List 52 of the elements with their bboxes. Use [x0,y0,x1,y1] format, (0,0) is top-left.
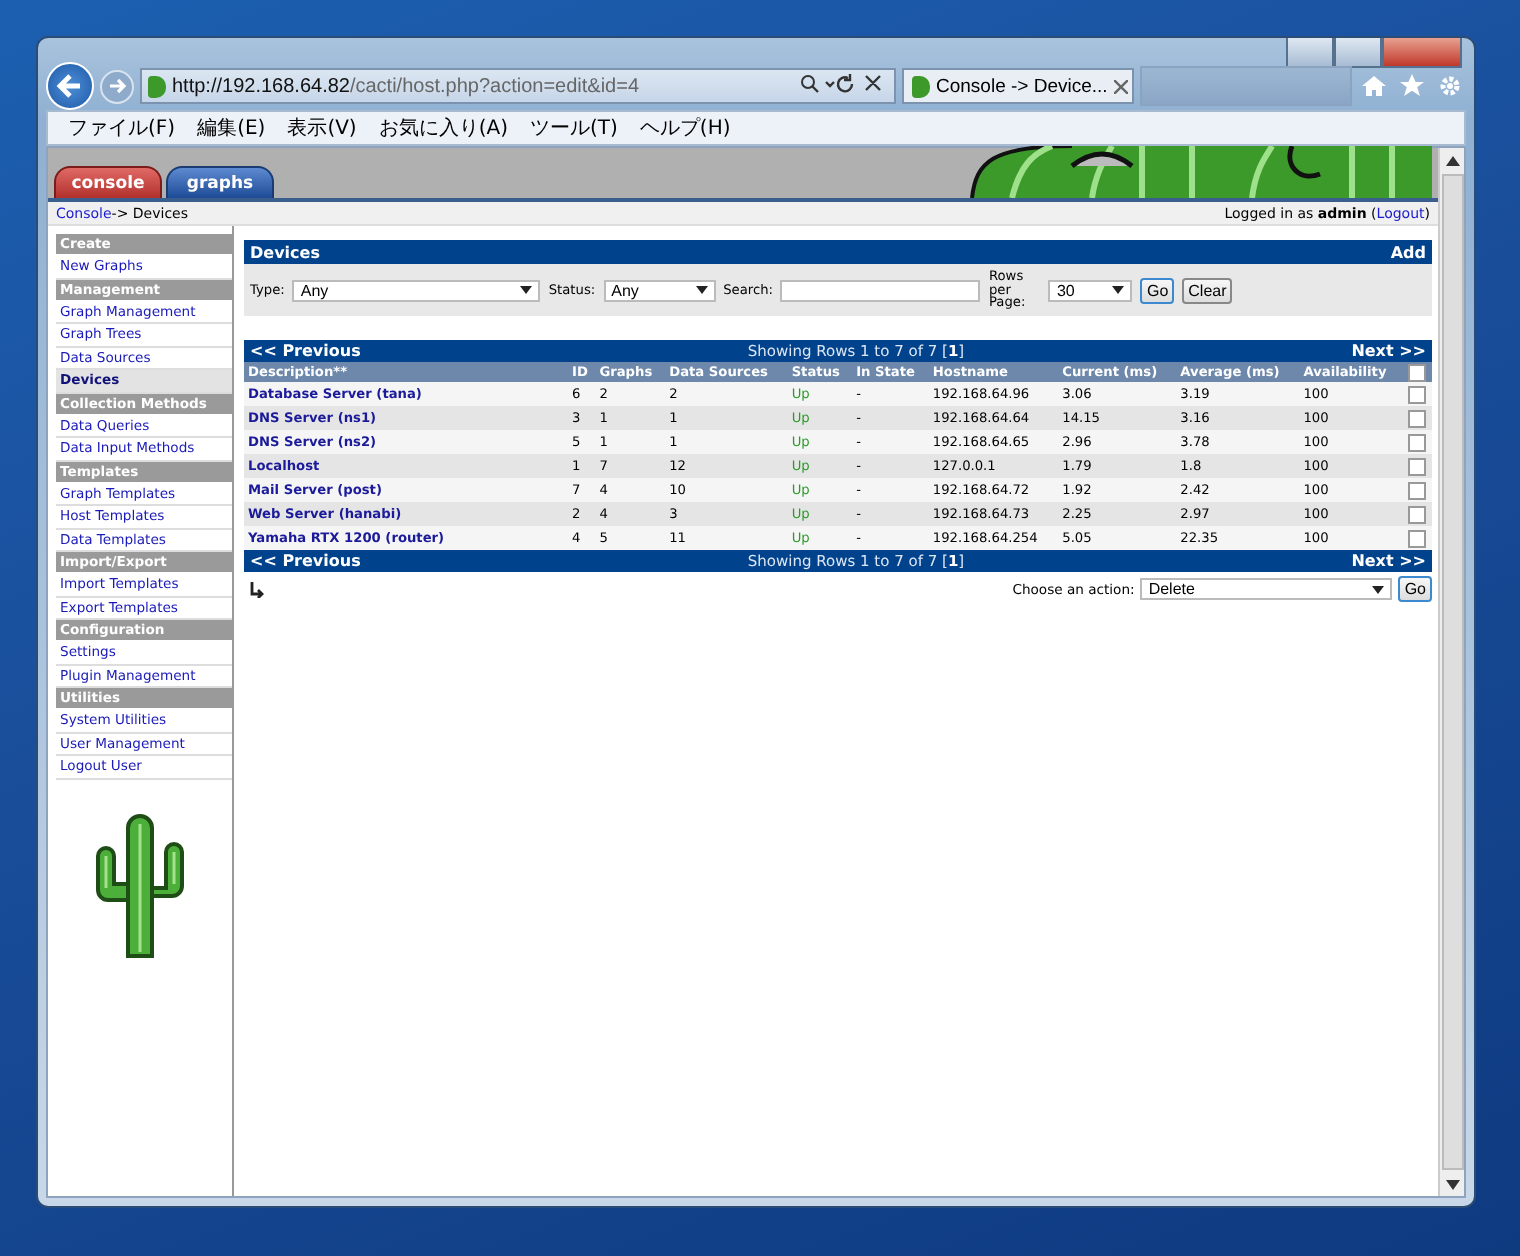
previous-link[interactable]: << Previous [250,552,361,570]
menu-item[interactable]: ツール(T) [530,114,618,142]
search-field[interactable] [780,279,981,301]
select-all-checkbox[interactable] [1408,363,1426,381]
star-icon[interactable] [1396,74,1428,98]
nav-tab[interactable]: graphs [166,166,274,198]
close-tab-icon[interactable] [1113,79,1128,93]
address-text: http://192.168.64.82/cacti/host.php?action=edit&id=4 [172,75,642,97]
select-arrow-icon [250,581,266,597]
close-button[interactable] [1382,38,1462,68]
next-link[interactable]: Next >> [1351,342,1426,360]
type-dropdown[interactable]: Any [292,279,541,301]
status-dropdown[interactable]: Any [603,279,716,301]
maximize-button[interactable] [1334,38,1382,68]
caret-icon [1112,286,1125,294]
row-checkbox[interactable] [1408,409,1426,427]
tab-title: Console -> Device... [936,75,1108,97]
add-link[interactable]: Add [1390,243,1426,261]
previous-link[interactable]: << Previous [250,342,361,360]
row-checkbox[interactable] [1408,433,1426,451]
home-icon[interactable] [1358,74,1390,98]
minimize-button[interactable] [1286,38,1334,68]
next-link[interactable]: Next >> [1351,552,1426,570]
row-checkbox[interactable] [1408,385,1426,403]
row-checkbox[interactable] [1408,481,1426,499]
clear-button[interactable]: Clear [1182,277,1233,303]
caret-icon [695,286,708,294]
address-bar[interactable]: http://192.168.64.82/cacti/host.php?action=edit&id=4 [140,68,896,104]
menu-item[interactable]: 表示(V) [287,114,357,142]
browser-tab[interactable]: Console -> Device... [902,68,1134,104]
caret-icon [1372,585,1385,593]
row-checkbox[interactable] [1408,505,1426,523]
menu-item[interactable]: ヘルプ(H) [639,114,731,142]
action-dropdown[interactable]: Delete [1140,578,1393,600]
vertical-scrollbar[interactable] [1438,148,1464,1196]
menu-item[interactable]: お気に入り(A) [378,114,508,142]
forward-arrow-icon [107,76,127,96]
forward-button[interactable] [100,69,134,103]
panel-title: Devices [250,243,320,261]
menu-item[interactable]: 編集(E) [197,114,266,142]
rows-dropdown[interactable]: 30 [1048,279,1133,301]
go-button[interactable]: Go [1140,277,1175,303]
caret-icon [520,286,533,294]
row-checkbox[interactable] [1408,457,1426,475]
site-icon [148,75,166,97]
back-button[interactable] [46,62,94,110]
back-arrow-icon [56,72,84,100]
row-checkbox[interactable] [1408,529,1426,547]
nav-tab[interactable]: console [54,166,162,198]
go-button[interactable]: Go [1398,576,1432,602]
menu-item[interactable]: ファイル(F) [68,114,176,142]
site-icon [912,75,930,97]
